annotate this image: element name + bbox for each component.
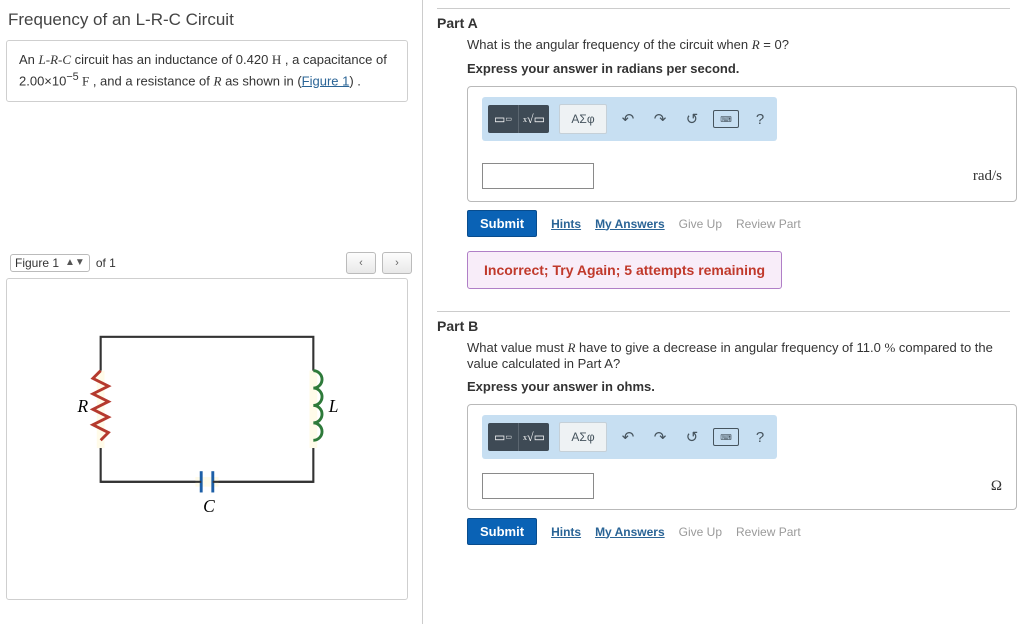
my-answers-link[interactable]: My Answers <box>595 525 665 539</box>
figure-next-button[interactable]: › <box>382 252 412 274</box>
label-C: C <box>203 496 215 516</box>
redo-icon[interactable]: ↷ <box>649 108 671 130</box>
part-a-submit-button[interactable]: Submit <box>467 210 537 237</box>
figure-select[interactable]: Figure 1▲▼ <box>10 254 90 272</box>
part-a-instruct: Express your answer in radians per secon… <box>467 61 1010 76</box>
give-up-link[interactable]: Give Up <box>679 525 722 539</box>
part-a-toolbar: ▭▭ x√▭ ΑΣφ ↶ ↷ ↺ ⌨ ? <box>482 97 777 141</box>
reset-icon[interactable]: ↺ <box>681 426 703 448</box>
figure-link[interactable]: Figure 1 <box>302 73 350 88</box>
part-a-feedback: Incorrect; Try Again; 5 attempts remaini… <box>467 251 782 289</box>
problem-statement: An L-R-C circuit has an inductance of 0.… <box>6 40 408 102</box>
help-icon[interactable]: ? <box>749 426 771 448</box>
radical-icon[interactable]: x√▭ <box>518 423 549 451</box>
label-R: R <box>76 396 88 416</box>
give-up-link[interactable]: Give Up <box>679 217 722 231</box>
help-icon[interactable]: ? <box>749 108 771 130</box>
template-icon[interactable]: ▭▭ <box>488 423 518 451</box>
part-a-answer-input[interactable] <box>482 163 594 189</box>
greek-button[interactable]: ΑΣφ <box>559 104 607 134</box>
reset-icon[interactable]: ↺ <box>681 108 703 130</box>
part-b-answer-input[interactable] <box>482 473 594 499</box>
part-a-unit: rad/s <box>973 168 1002 185</box>
figure-prev-button[interactable]: ‹ <box>346 252 376 274</box>
review-part-link[interactable]: Review Part <box>736 217 801 231</box>
greek-button[interactable]: ΑΣφ <box>559 422 607 452</box>
radical-icon[interactable]: x√▭ <box>518 105 549 133</box>
hints-link[interactable]: Hints <box>551 525 581 539</box>
part-b-toolbar: ▭▭ x√▭ ΑΣφ ↶ ↷ ↺ ⌨ ? <box>482 415 777 459</box>
part-b-label: Part B <box>437 318 1010 334</box>
part-a-label: Part A <box>437 15 1010 31</box>
part-a-question: What is the angular frequency of the cir… <box>467 37 1010 53</box>
hints-link[interactable]: Hints <box>551 217 581 231</box>
page-title: Frequency of an L-R-C Circuit <box>8 10 412 30</box>
part-b-submit-button[interactable]: Submit <box>467 518 537 545</box>
part-b-instruct: Express your answer in ohms. <box>467 379 1010 394</box>
keyboard-icon[interactable]: ⌨ <box>713 428 739 446</box>
figure-panel: R L C <box>6 278 408 600</box>
undo-icon[interactable]: ↶ <box>617 426 639 448</box>
part-b-answer-box: ▭▭ x√▭ ΑΣφ ↶ ↷ ↺ ⌨ ? Ω <box>467 404 1017 510</box>
circuit-diagram: R L C <box>62 309 352 529</box>
part-b-question: What value must R have to give a decreas… <box>467 340 1010 371</box>
keyboard-icon[interactable]: ⌨ <box>713 110 739 128</box>
part-a-answer-box: ▭▭ x√▭ ΑΣφ ↶ ↷ ↺ ⌨ ? rad/s <box>467 86 1017 202</box>
template-icon[interactable]: ▭▭ <box>488 105 518 133</box>
review-part-link[interactable]: Review Part <box>736 525 801 539</box>
label-L: L <box>328 396 339 416</box>
part-b-unit: Ω <box>991 478 1002 495</box>
undo-icon[interactable]: ↶ <box>617 108 639 130</box>
my-answers-link[interactable]: My Answers <box>595 217 665 231</box>
figure-count: of 1 <box>96 256 116 270</box>
redo-icon[interactable]: ↷ <box>649 426 671 448</box>
